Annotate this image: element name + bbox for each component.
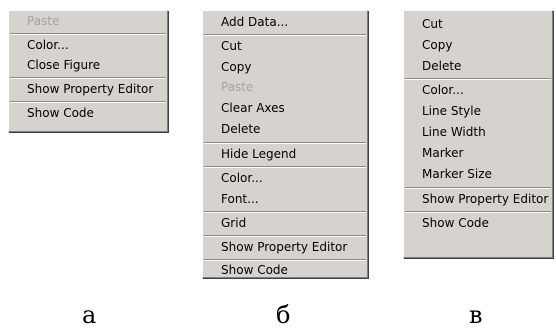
menu-item-add-data[interactable]: Add Data...	[203, 12, 367, 32]
context-menu-a: Paste Color... Close Figure Show Propert…	[8, 10, 168, 132]
menu-item-cut[interactable]: Cut	[404, 14, 552, 34]
menu-item-marker-size[interactable]: Marker Size	[404, 164, 552, 184]
menu-item-color[interactable]: Color...	[203, 168, 367, 188]
menu-item-hide-legend[interactable]: Hide Legend	[203, 144, 367, 164]
menu-item-color[interactable]: Color...	[404, 80, 552, 100]
menu-item-show-property-editor[interactable]: Show Property Editor	[404, 189, 552, 209]
menu-item-delete[interactable]: Delete	[203, 119, 367, 139]
menu-item-paste: Paste	[27, 14, 60, 28]
menu-item-paste: Paste	[221, 80, 254, 94]
menu-item-show-code[interactable]: Show Code	[404, 213, 552, 233]
menu-item-line-style[interactable]: Line Style	[404, 101, 552, 121]
menu-item-copy[interactable]: Copy	[203, 57, 367, 77]
menu-item-cut[interactable]: Cut	[203, 36, 367, 56]
menu-item-marker[interactable]: Marker	[404, 143, 552, 163]
menu-item-line-width[interactable]: Line Width	[404, 122, 552, 142]
menu-item-show-code[interactable]: Show Code	[9, 103, 167, 123]
menu-item-clear-axes[interactable]: Clear Axes	[203, 98, 367, 118]
menu-item-delete[interactable]: Delete	[404, 56, 552, 76]
menu-item-show-property-editor[interactable]: Show Property Editor	[9, 79, 167, 99]
caption-c: в	[469, 301, 483, 329]
menu-item-close-figure[interactable]: Close Figure	[9, 55, 167, 75]
menu-item-show-property-editor[interactable]: Show Property Editor	[203, 237, 367, 257]
menu-item-show-code[interactable]: Show Code	[203, 260, 367, 280]
menu-item-color[interactable]: Color...	[9, 35, 167, 55]
menu-item-copy[interactable]: Copy	[404, 35, 552, 55]
caption-b: б	[276, 301, 291, 329]
context-menu-b: Add Data... Cut Copy Paste Clear Axes De…	[202, 10, 368, 278]
menu-item-font[interactable]: Font...	[203, 189, 367, 209]
context-menu-c: Cut Copy Delete Color... Line Style Line…	[403, 10, 553, 258]
caption-a: а	[82, 301, 97, 329]
menu-item-grid[interactable]: Grid	[203, 213, 367, 233]
